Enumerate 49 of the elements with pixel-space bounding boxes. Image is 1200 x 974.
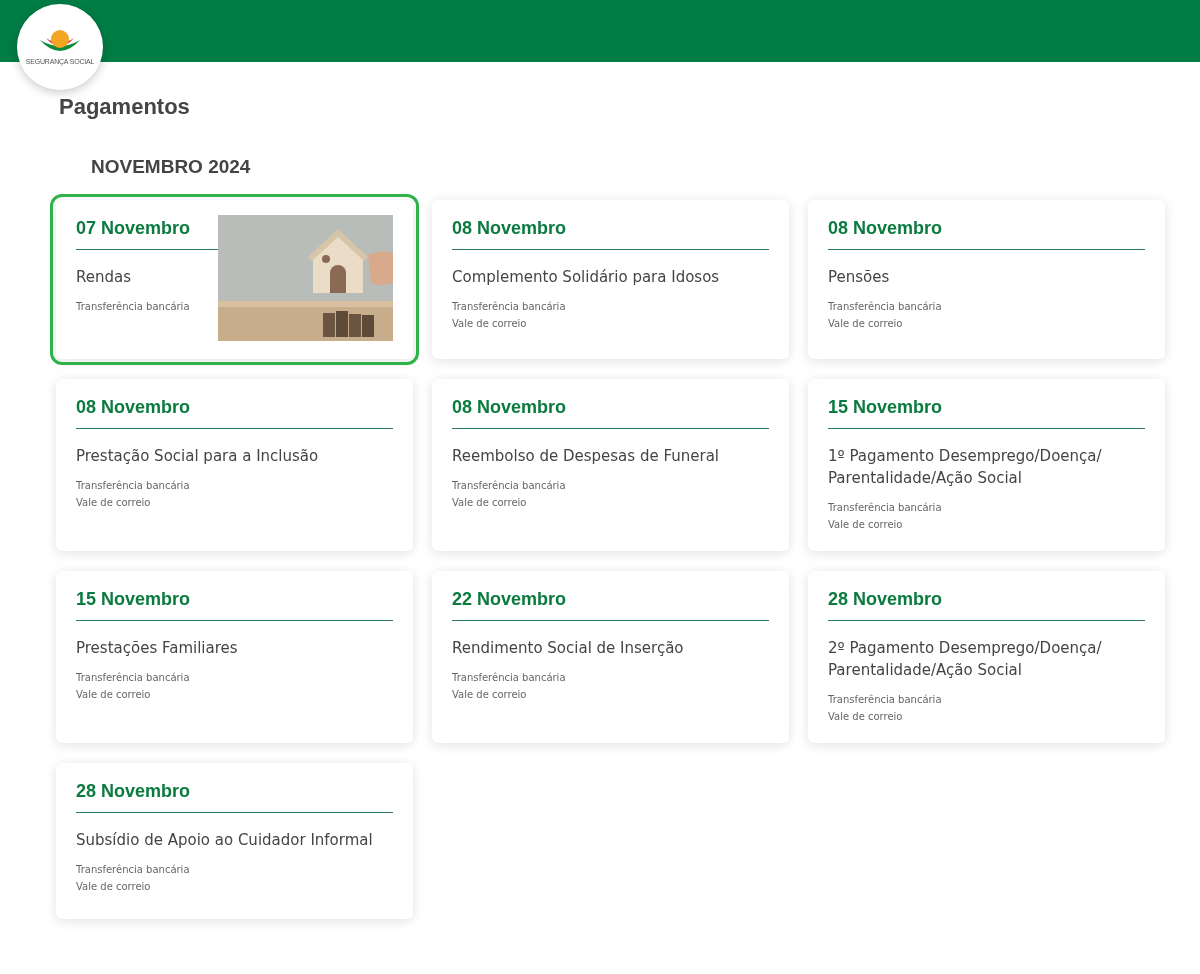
payment-method: Vale de correio xyxy=(452,496,528,510)
payment-date: 15 Novembro xyxy=(76,589,393,621)
payment-title: Complemento Solidário para Idosos xyxy=(452,267,721,288)
payment-method: Vale de correio xyxy=(76,496,152,510)
payment-title: Rendimento Social de Inserção xyxy=(452,638,685,659)
payment-date: 15 Novembro xyxy=(828,397,1145,429)
payment-card[interactable]: 22 Novembro Rendimento Social de Inserção Transferência bancária Vale de correio xyxy=(432,571,789,743)
payment-method: Vale de correio xyxy=(452,688,528,702)
payment-method: Transferência bancária xyxy=(452,479,567,493)
payment-title: Pensões xyxy=(828,267,891,288)
payment-method: Transferência bancária xyxy=(452,671,567,685)
payment-method: Vale de correio xyxy=(76,880,152,894)
payment-date: 28 Novembro xyxy=(76,781,393,813)
payment-card[interactable]: 15 Novembro 1º Pagamento Desemprego/Doença/ Parentalidade/Ação Social Transferência bancária Vale de correio xyxy=(808,379,1165,551)
payment-method: Transferência bancária xyxy=(828,501,943,515)
payment-method: Vale de correio xyxy=(76,688,152,702)
payment-card[interactable]: 28 Novembro 2º Pagamento Desemprego/Doença/ Parentalidade/Ação Social Transferência bancária Vale de correio xyxy=(808,571,1165,743)
payment-method: Transferência bancária xyxy=(76,671,191,685)
payment-method: Transferência bancária xyxy=(76,479,191,493)
payment-title: Reembolso de Despesas de Funeral xyxy=(452,446,720,467)
payment-date: 08 Novembro xyxy=(76,397,393,429)
payment-method: Vale de correio xyxy=(828,710,904,724)
payment-date: 08 Novembro xyxy=(452,218,769,250)
payment-title: 2º Pagamento Desemprego/Doença/ Parentalidade/Ação Social xyxy=(828,638,1103,681)
payment-method: Vale de correio xyxy=(828,518,904,532)
payment-method: Vale de correio xyxy=(452,317,528,331)
payment-title: Rendas xyxy=(76,267,132,288)
payment-card[interactable]: 08 Novembro Pensões Transferência bancária Vale de correio xyxy=(808,200,1165,359)
payment-method: Transferência bancária xyxy=(828,300,943,314)
payment-date: 08 Novembro xyxy=(452,397,769,429)
payment-date: 08 Novembro xyxy=(828,218,1145,250)
payment-method: Transferência bancária xyxy=(76,300,191,314)
payment-date: 28 Novembro xyxy=(828,589,1145,621)
payment-title: Prestação Social para a Inclusão xyxy=(76,446,320,467)
payment-title: Prestações Familiares xyxy=(76,638,239,659)
payment-method: Vale de correio xyxy=(828,317,904,331)
payment-date: 22 Novembro xyxy=(452,589,769,621)
payment-card[interactable]: 08 Novembro Reembolso de Despesas de Funeral Transferência bancária Vale de correio xyxy=(432,379,789,551)
payment-title: 1º Pagamento Desemprego/Doença/ Parentalidade/Ação Social xyxy=(828,446,1103,489)
payment-title: Subsídio de Apoio ao Cuidador Informal xyxy=(76,830,374,851)
payment-card[interactable]: 28 Novembro Subsídio de Apoio ao Cuidador Informal Transferência bancária Vale de correio xyxy=(56,763,413,919)
payment-card[interactable]: 15 Novembro Prestações Familiares Transferência bancária Vale de correio xyxy=(56,571,413,743)
payment-card[interactable]: 08 Novembro Complemento Solidário para Idosos Transferência bancária Vale de correio xyxy=(432,200,789,359)
payment-method: Transferência bancária xyxy=(452,300,567,314)
month-heading: NOVEMBRO 2024 xyxy=(91,156,252,178)
payment-method: Transferência bancária xyxy=(76,863,191,877)
page-title: Pagamentos xyxy=(59,94,191,120)
payment-method: Transferência bancária xyxy=(828,693,943,707)
payment-card[interactable]: 08 Novembro Prestação Social para a Inclusão Transferência bancária Vale de correio xyxy=(56,379,413,551)
